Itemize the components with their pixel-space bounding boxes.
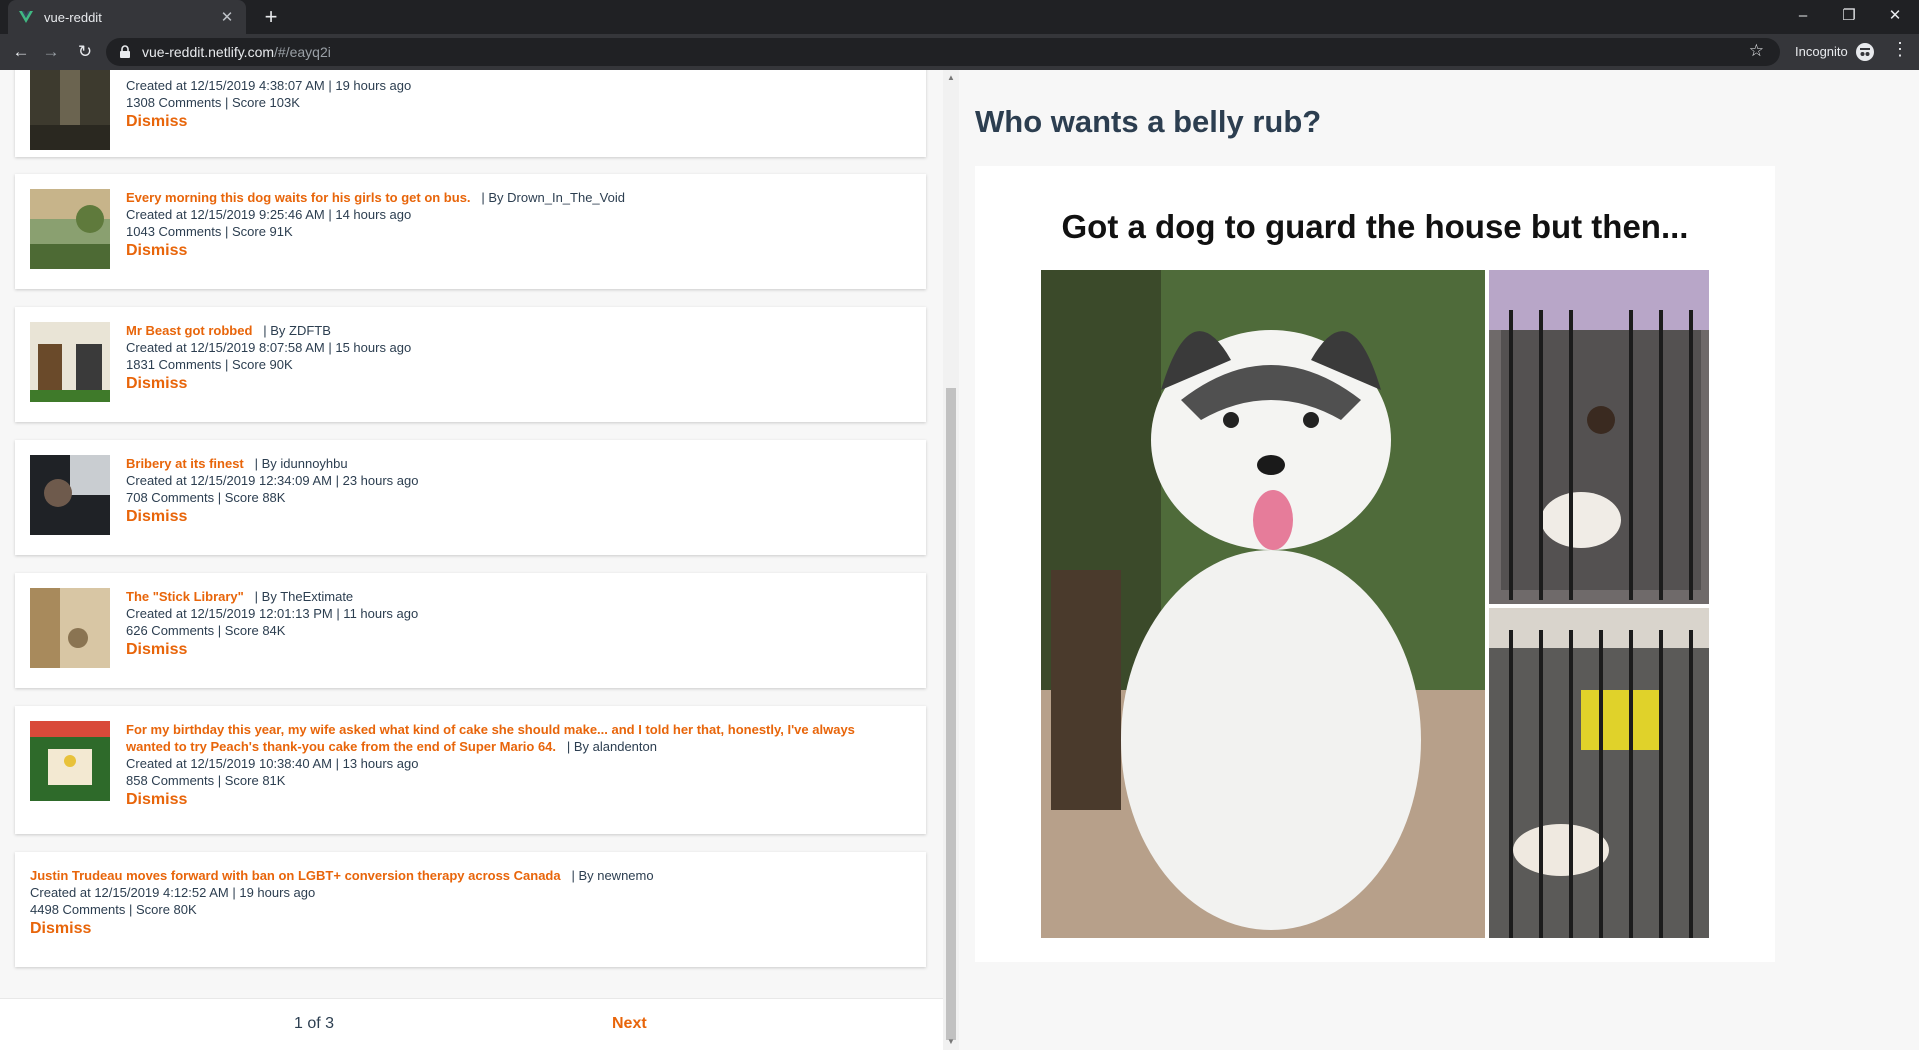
- pagination: 1 of 3 Next: [0, 998, 943, 1050]
- post-stats: 1308 Comments | Score 103K: [126, 95, 300, 110]
- post-list-scrollbar[interactable]: ▲ ▼: [943, 70, 959, 1050]
- post-card: Created at 12/15/2019 4:38:07 AM | 19 ho…: [15, 70, 926, 157]
- meme-caption: Got a dog to guard the house but then...: [1061, 208, 1689, 245]
- post-thumbnail[interactable]: [30, 70, 110, 150]
- url-path: /#/eayq2i: [274, 44, 331, 60]
- window-scrollbar[interactable]: [1903, 70, 1919, 1050]
- detail-title: Who wants a belly rub?: [975, 104, 1322, 139]
- vue-favicon-icon: [19, 11, 33, 23]
- reload-icon[interactable]: ↻: [72, 39, 98, 65]
- post-created: Created at 12/15/2019 10:38:40 AM | 13 h…: [126, 756, 419, 771]
- browser-tab[interactable]: vue-reddit ✕: [8, 0, 246, 34]
- back-icon[interactable]: ←: [8, 39, 34, 65]
- post-title-link[interactable]: Bribery at its finest: [126, 456, 244, 471]
- post-author: | By alandenton: [566, 739, 657, 754]
- scrollbar-thumb[interactable]: [946, 388, 956, 1040]
- post-thumbnail[interactable]: [30, 455, 110, 535]
- next-page-button[interactable]: Next: [612, 1015, 647, 1033]
- post-detail: Who wants a belly rub? Got a dog to guar…: [959, 70, 1903, 1050]
- incognito-label: Incognito: [1795, 44, 1848, 59]
- post-created: Created at 12/15/2019 4:38:07 AM | 19 ho…: [126, 78, 412, 93]
- post-thumbnail[interactable]: [30, 189, 110, 269]
- dismiss-button[interactable]: Dismiss: [126, 375, 187, 393]
- post-thumbnail[interactable]: [30, 721, 110, 801]
- tab-title: vue-reddit: [44, 9, 102, 25]
- close-window-icon[interactable]: ✕: [1872, 0, 1918, 34]
- post-title-link[interactable]: Mr Beast got robbed: [126, 323, 252, 338]
- menu-icon[interactable]: ⋮: [1890, 39, 1910, 60]
- post-card: Mr Beast got robbed | By ZDFTB Created a…: [15, 307, 926, 422]
- post-title-link[interactable]: For my birthday this year, my wife asked…: [126, 722, 855, 754]
- post-title-link[interactable]: Every morning this dog waits for his gir…: [126, 190, 471, 205]
- detail-media-card: Got a dog to guard the house but then...: [975, 166, 1775, 962]
- post-stats: 858 Comments | Score 81K: [126, 773, 286, 788]
- dismiss-button[interactable]: Dismiss: [126, 113, 187, 131]
- incognito-icon[interactable]: [1856, 43, 1874, 61]
- browser-toolbar: ← → ↻ vue-reddit.netlify.com /#/eayq2i ☆…: [0, 34, 1919, 70]
- lock-icon: [120, 45, 130, 58]
- post-created: Created at 12/15/2019 12:34:09 AM | 23 h…: [126, 473, 419, 488]
- post-stats: 1831 Comments | Score 90K: [126, 357, 293, 372]
- plus-icon[interactable]: +: [258, 4, 284, 30]
- dismiss-button[interactable]: Dismiss: [126, 508, 187, 526]
- page: Created at 12/15/2019 4:38:07 AM | 19 ho…: [0, 70, 1919, 1050]
- post-image[interactable]: [1041, 270, 1709, 938]
- post-stats: 1043 Comments | Score 91K: [126, 224, 293, 239]
- post-author: | By idunnoyhbu: [254, 456, 348, 471]
- post-thumbnail[interactable]: [30, 322, 110, 402]
- dismiss-button[interactable]: Dismiss: [126, 242, 187, 260]
- post-title-link[interactable]: Justin Trudeau moves forward with ban on…: [30, 868, 561, 883]
- post-created: Created at 12/15/2019 8:07:58 AM | 15 ho…: [126, 340, 412, 355]
- post-card: Every morning this dog waits for his gir…: [15, 174, 926, 289]
- post-created: Created at 12/15/2019 9:25:46 AM | 14 ho…: [126, 207, 412, 222]
- minimize-icon[interactable]: –: [1780, 0, 1826, 34]
- post-created: Created at 12/15/2019 4:12:52 AM | 19 ho…: [30, 885, 316, 900]
- post-stats: 4498 Comments | Score 80K: [30, 902, 197, 917]
- dismiss-button[interactable]: Dismiss: [126, 641, 187, 659]
- post-author: | By TheExtimate: [254, 589, 354, 604]
- scroll-down-icon[interactable]: ▼: [943, 1036, 959, 1048]
- close-icon[interactable]: ✕: [218, 8, 236, 26]
- post-created: Created at 12/15/2019 12:01:13 PM | 11 h…: [126, 606, 419, 621]
- dismiss-button[interactable]: Dismiss: [126, 791, 187, 809]
- star-icon[interactable]: ☆: [1749, 41, 1764, 61]
- dismiss-button[interactable]: Dismiss: [30, 920, 91, 938]
- post-card: Justin Trudeau moves forward with ban on…: [15, 852, 926, 967]
- post-thumbnail[interactable]: [30, 588, 110, 668]
- post-card: The "Stick Library" | By TheExtimate Cre…: [15, 573, 926, 688]
- post-author: | By newnemo: [571, 868, 654, 883]
- page-indicator: 1 of 3: [294, 1015, 335, 1032]
- url-host: vue-reddit.netlify.com: [142, 44, 275, 60]
- post-title-link[interactable]: The "Stick Library": [126, 589, 244, 604]
- scroll-up-icon[interactable]: ▲: [943, 72, 959, 84]
- post-list: Created at 12/15/2019 4:38:07 AM | 19 ho…: [0, 70, 943, 1050]
- post-card: Bribery at its finest | By idunnoyhbu Cr…: [15, 440, 926, 555]
- post-stats: 708 Comments | Score 88K: [126, 490, 286, 505]
- post-stats: 626 Comments | Score 84K: [126, 623, 286, 638]
- post-author: | By ZDFTB: [263, 323, 331, 338]
- browser-tabstrip: vue-reddit ✕ + – ❐ ✕: [0, 0, 1919, 34]
- post-card: For my birthday this year, my wife asked…: [15, 706, 926, 834]
- post-author: | By Drown_In_The_Void: [481, 190, 625, 205]
- address-bar[interactable]: vue-reddit.netlify.com /#/eayq2i ☆: [106, 38, 1780, 66]
- restore-icon[interactable]: ❐: [1826, 0, 1872, 34]
- forward-icon[interactable]: →: [38, 39, 64, 65]
